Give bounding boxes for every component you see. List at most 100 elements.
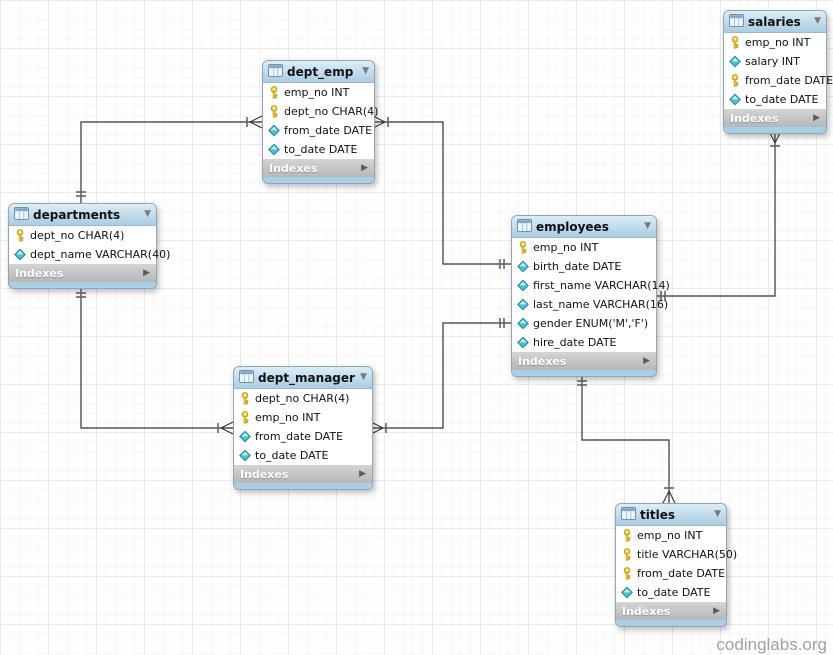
indexes-footer[interactable]: Indexes ▶ xyxy=(234,465,372,483)
table-bottom-strip xyxy=(234,483,372,489)
column-row[interactable]: dept_name VARCHAR(40) xyxy=(9,245,156,264)
table-employees[interactable]: employees▼emp_no INTbirth_date DATEfirst… xyxy=(511,215,657,377)
table-header[interactable]: departments ▼ xyxy=(9,204,156,226)
indexes-label: Indexes xyxy=(730,112,778,125)
column-row[interactable]: birth_date DATE xyxy=(512,257,656,276)
collapse-arrow-icon[interactable]: ▼ xyxy=(144,210,151,219)
diamond-icon xyxy=(268,124,280,137)
expand-arrow-icon[interactable]: ▶ xyxy=(359,470,366,479)
table-header[interactable]: titles ▼ xyxy=(616,504,726,526)
indexes-label: Indexes xyxy=(15,267,63,280)
column-row[interactable]: from_date DATE xyxy=(263,121,374,140)
column-row[interactable]: hire_date DATE xyxy=(512,333,656,352)
column-label: salary INT xyxy=(745,55,800,68)
column-label: dept_no CHAR(4) xyxy=(255,392,349,405)
table-salaries[interactable]: salaries▼emp_no INT salary INT from_date D… xyxy=(723,10,827,134)
key-icon xyxy=(517,241,529,254)
expand-arrow-icon[interactable]: ▶ xyxy=(143,269,150,278)
column-row[interactable]: to_date DATE xyxy=(234,446,372,465)
key-icon xyxy=(268,86,280,99)
collapse-arrow-icon[interactable]: ▼ xyxy=(360,373,367,382)
relationship-employees-dept_emp[interactable] xyxy=(373,116,511,269)
column-row[interactable]: last_name VARCHAR(16) xyxy=(512,295,656,314)
relationship-employees-salaries[interactable] xyxy=(655,131,781,301)
column-row[interactable]: emp_no INT xyxy=(263,83,374,102)
table-departments[interactable]: departments ▼ dept_no CHAR(4) dept_name VAR… xyxy=(8,203,157,289)
diamond-icon xyxy=(517,317,529,330)
column-row[interactable]: dept_no CHAR(4) xyxy=(234,389,372,408)
indexes-footer[interactable]: Indexes ▶ xyxy=(9,264,156,282)
relationship-employees-titles[interactable] xyxy=(577,374,675,503)
column-row[interactable]: first_name VARCHAR(14) xyxy=(512,276,656,295)
column-label: dept_no CHAR(4) xyxy=(284,105,378,118)
expand-arrow-icon[interactable]: ▶ xyxy=(713,607,720,616)
table-header[interactable]: dept_emp▼ xyxy=(263,61,374,83)
table-icon xyxy=(517,219,532,235)
relationship-employees-dept_manager[interactable] xyxy=(371,318,511,434)
table-icon xyxy=(14,207,29,223)
column-label: title VARCHAR(50) xyxy=(637,548,737,561)
key-icon xyxy=(729,36,741,49)
column-label: dept_no CHAR(4) xyxy=(30,229,124,242)
indexes-footer[interactable]: Indexes▶ xyxy=(263,159,374,177)
column-row[interactable]: dept_no CHAR(4) xyxy=(263,102,374,121)
key-icon xyxy=(239,392,251,405)
expand-arrow-icon[interactable]: ▶ xyxy=(813,114,820,123)
indexes-label: Indexes xyxy=(622,605,670,618)
column-row[interactable]: gender ENUM('M','F') xyxy=(512,314,656,333)
table-dept_manager[interactable]: dept_manager▼ dept_no CHAR(4) emp_no INT fr… xyxy=(233,366,373,490)
table-title: titles xyxy=(640,508,675,522)
column-label: emp_no INT xyxy=(637,529,702,542)
column-row[interactable]: to_date DATE xyxy=(724,90,826,109)
collapse-arrow-icon[interactable]: ▼ xyxy=(644,222,651,231)
column-row[interactable]: to_date DATE xyxy=(263,140,374,159)
column-label: to_date DATE xyxy=(745,93,818,106)
expand-arrow-icon[interactable]: ▶ xyxy=(361,164,368,173)
column-label: emp_no INT xyxy=(255,411,320,424)
diamond-icon xyxy=(239,430,251,443)
column-row[interactable]: emp_no INT xyxy=(512,238,656,257)
column-label: to_date DATE xyxy=(637,586,710,599)
indexes-footer[interactable]: Indexes▶ xyxy=(512,352,656,370)
key-icon xyxy=(268,105,280,118)
table-bottom-strip xyxy=(724,127,826,133)
collapse-arrow-icon[interactable]: ▼ xyxy=(814,17,821,26)
column-label: from_date DATE xyxy=(284,124,372,137)
collapse-arrow-icon[interactable]: ▼ xyxy=(362,67,369,76)
expand-arrow-icon[interactable]: ▶ xyxy=(643,357,650,366)
indexes-label: Indexes xyxy=(240,468,288,481)
column-label: dept_name VARCHAR(40) xyxy=(30,248,170,261)
eer-diagram-canvas[interactable]: salaries▼emp_no INTsalary INTfrom_date D… xyxy=(0,0,833,655)
column-row[interactable]: emp_no INT xyxy=(724,33,826,52)
column-row[interactable]: emp_no INT xyxy=(616,526,726,545)
watermark: codinglabs.org xyxy=(716,635,827,655)
column-row[interactable]: emp_no INT xyxy=(234,408,372,427)
column-label: to_date DATE xyxy=(284,143,357,156)
relationship-departments-dept_emp[interactable] xyxy=(76,116,262,203)
table-titles[interactable]: titles ▼ emp_no INT title VARCHAR(50) from_d… xyxy=(615,503,727,627)
collapse-arrow-icon[interactable]: ▼ xyxy=(714,510,721,519)
table-header[interactable]: employees▼ xyxy=(512,216,656,238)
column-label: emp_no INT xyxy=(284,86,349,99)
indexes-footer[interactable]: Indexes ▶ xyxy=(724,109,826,127)
column-row[interactable]: dept_no CHAR(4) xyxy=(9,226,156,245)
key-icon xyxy=(621,548,633,561)
table-header[interactable]: dept_manager▼ xyxy=(234,367,372,389)
column-label: last_name VARCHAR(16) xyxy=(533,298,668,311)
column-label: from_date DATE xyxy=(637,567,725,580)
relationship-departments-dept_manager[interactable] xyxy=(76,286,233,434)
indexes-footer[interactable]: Indexes ▶ xyxy=(616,602,726,620)
table-title: departments xyxy=(33,208,120,222)
diamond-icon xyxy=(729,93,741,106)
table-dept_emp[interactable]: dept_emp▼ emp_no INT dept_no CHAR(4) from_d… xyxy=(262,60,375,184)
table-header[interactable]: salaries▼ xyxy=(724,11,826,33)
diamond-icon xyxy=(14,248,26,261)
column-row[interactable]: from_date DATE xyxy=(616,564,726,583)
table-bottom-strip xyxy=(512,370,656,376)
column-row[interactable]: title VARCHAR(50) xyxy=(616,545,726,564)
column-row[interactable]: to_date DATE xyxy=(616,583,726,602)
column-row[interactable]: from_date DATE xyxy=(724,71,826,90)
column-row[interactable]: from_date DATE xyxy=(234,427,372,446)
column-row[interactable]: salary INT xyxy=(724,52,826,71)
key-icon xyxy=(621,567,633,580)
